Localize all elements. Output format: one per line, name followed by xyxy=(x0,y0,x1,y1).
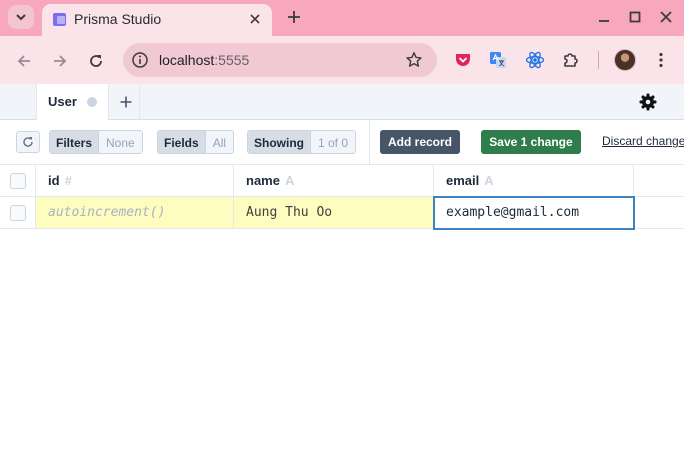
translate-extension[interactable] xyxy=(488,50,508,70)
column-type-icon: A xyxy=(484,173,494,188)
extensions-button[interactable] xyxy=(561,50,581,70)
table-header: id # name A email A xyxy=(0,164,684,197)
showing-label: Showing xyxy=(248,131,310,153)
maximize-button[interactable] xyxy=(627,9,643,25)
tab-user[interactable]: User xyxy=(36,84,109,120)
arrow-left-icon xyxy=(17,55,30,67)
window-close-icon xyxy=(660,11,672,23)
tab-user-label: User xyxy=(48,94,77,109)
window-close-button[interactable] xyxy=(658,9,674,25)
column-name: email xyxy=(446,173,480,188)
tab-search-button[interactable] xyxy=(8,5,34,29)
filters-label: Filters xyxy=(50,131,99,153)
model-tab-bar: User xyxy=(0,84,684,120)
fields-label: Fields xyxy=(158,131,205,153)
url-host: localhost xyxy=(159,52,215,68)
add-tab-button[interactable] xyxy=(112,84,140,120)
browser-tab-strip: Prisma Studio xyxy=(0,0,684,36)
forward-button[interactable] xyxy=(49,50,71,72)
reload-icon xyxy=(90,55,102,67)
gear-icon[interactable] xyxy=(639,93,657,111)
url-text: localhost:5555 xyxy=(159,52,249,68)
maximize-icon xyxy=(629,11,641,23)
showing-value: 1 of 0 xyxy=(310,131,356,153)
pocket-extension[interactable] xyxy=(453,50,473,70)
filters-button[interactable]: Filters None xyxy=(49,130,143,154)
add-record-button[interactable]: Add record xyxy=(380,130,460,154)
react-devtools-extension[interactable] xyxy=(525,50,545,70)
arrow-right-icon xyxy=(54,55,67,67)
puzzle-icon xyxy=(564,53,578,67)
url-port: :5555 xyxy=(214,52,250,68)
filters-value: None xyxy=(98,131,142,153)
plus-icon xyxy=(120,96,131,108)
plus-icon xyxy=(288,11,300,23)
minimize-icon xyxy=(599,20,609,22)
row-checkbox[interactable] xyxy=(9,204,26,221)
chevron-down-icon xyxy=(16,14,26,21)
address-bar[interactable]: localhost:5555 xyxy=(123,43,437,77)
tab-title: Prisma Studio xyxy=(74,11,162,27)
tab-close-button[interactable] xyxy=(246,10,264,28)
table-row[interactable]: autoincrement() Aung Thu Oo example@gmai… xyxy=(0,196,684,230)
column-header-id[interactable]: id # xyxy=(36,165,234,196)
react-icon xyxy=(525,51,545,69)
column-name: name xyxy=(246,173,280,188)
new-tab-button[interactable] xyxy=(284,7,304,27)
prisma-icon xyxy=(53,13,66,26)
site-info-icon[interactable] xyxy=(131,51,149,69)
refresh-button[interactable] xyxy=(16,131,40,153)
browser-menu-button[interactable] xyxy=(651,50,671,70)
column-name: id xyxy=(48,173,60,188)
kebab-menu-icon xyxy=(659,52,663,68)
browser-toolbar: localhost:5555 xyxy=(0,36,684,84)
action-bar-separator xyxy=(369,120,370,164)
showing-button[interactable]: Showing 1 of 0 xyxy=(247,130,357,154)
close-icon xyxy=(250,14,260,24)
pocket-icon xyxy=(456,54,470,66)
browser-tab[interactable]: Prisma Studio xyxy=(42,4,272,36)
cell-email[interactable]: example@gmail.com xyxy=(433,196,635,230)
cell-id[interactable]: autoincrement() xyxy=(36,197,234,228)
column-type-icon: # xyxy=(64,173,72,188)
translate-icon xyxy=(490,52,506,68)
select-all-checkbox[interactable] xyxy=(9,172,26,189)
minimize-button[interactable] xyxy=(596,9,612,25)
unsaved-indicator[interactable] xyxy=(87,97,97,107)
row-select-cell xyxy=(0,197,36,228)
discard-changes-button[interactable]: Discard changes xyxy=(602,134,684,148)
column-type-icon: A xyxy=(284,173,295,188)
fields-value: All xyxy=(204,131,234,153)
column-header-name[interactable]: name A xyxy=(234,165,434,196)
reload-icon xyxy=(23,137,33,147)
star-icon[interactable] xyxy=(405,51,423,69)
action-bar: Filters None Fields All Showing 1 of 0 A… xyxy=(0,120,684,164)
back-button[interactable] xyxy=(13,50,35,72)
column-header-email[interactable]: email A xyxy=(434,165,634,196)
avatar[interactable] xyxy=(614,49,636,71)
select-all-cell xyxy=(0,165,36,196)
cell-name[interactable]: Aung Thu Oo xyxy=(234,197,434,228)
reload-button[interactable] xyxy=(85,50,107,72)
toolbar-separator xyxy=(598,51,599,69)
save-changes-button[interactable]: Save 1 change xyxy=(481,130,581,154)
fields-button[interactable]: Fields All xyxy=(157,130,235,154)
